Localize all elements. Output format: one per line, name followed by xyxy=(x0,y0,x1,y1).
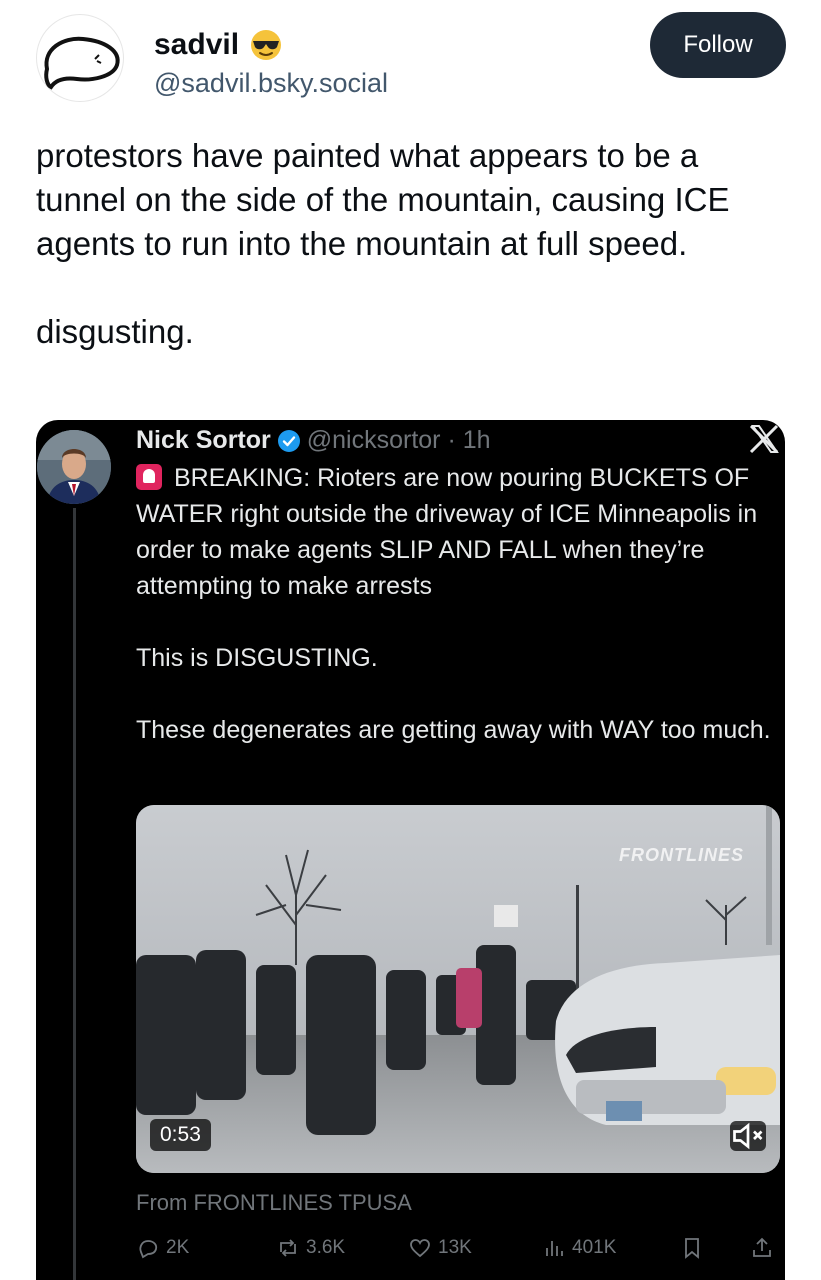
heart-icon xyxy=(410,1239,430,1258)
bookmark-action[interactable] xyxy=(680,1236,704,1260)
video-player[interactable]: FRONTLINES 0:53 xyxy=(136,805,780,1173)
tweet-paragraph: BREAKING: Rioters are now pouring BUCKET… xyxy=(136,460,776,604)
tweet-body: BREAKING: Rioters are now pouring BUCKET… xyxy=(136,460,776,784)
share-action[interactable] xyxy=(750,1236,774,1260)
post-text: protestors have painted what appears to … xyxy=(36,137,730,350)
speaker-muted-icon xyxy=(733,1122,763,1150)
tweet-header: Nick Sortor @nicksortor · 1h xyxy=(136,426,491,455)
repost-icon xyxy=(280,1239,296,1257)
tweet-actions: 2K 3.6K 13K 401K xyxy=(136,1236,780,1268)
bookmark-icon xyxy=(685,1238,699,1259)
follow-button[interactable]: Follow xyxy=(650,12,786,78)
reply-count: 2K xyxy=(166,1237,190,1258)
video-source-label: From FRONTLINES TPUSA xyxy=(136,1190,412,1215)
handle[interactable]: @sadvil.bsky.social xyxy=(154,68,388,99)
reply-action[interactable]: 2K xyxy=(136,1236,189,1260)
tweet-paragraph-text: BREAKING: Rioters are now pouring BUCKET… xyxy=(136,464,758,600)
repost-count: 3.6K xyxy=(306,1237,346,1258)
verified-badge-icon xyxy=(277,429,301,453)
post-header: sadvil @sadvil.bsky.social Follow xyxy=(36,12,786,102)
like-count: 13K xyxy=(438,1237,472,1258)
repost-action[interactable]: 3.6K xyxy=(276,1236,345,1260)
x-logo-icon xyxy=(749,424,779,454)
siren-icon xyxy=(136,464,162,490)
thread-line xyxy=(73,508,76,1280)
video-watermark: FRONTLINES xyxy=(619,845,744,865)
share-icon xyxy=(753,1237,771,1257)
views-count: 401K xyxy=(572,1237,617,1258)
tweet-avatar xyxy=(37,430,111,504)
mute-button[interactable] xyxy=(730,1121,766,1151)
views-action[interactable]: 401K xyxy=(542,1236,616,1260)
tweet-paragraph: These degenerates are getting away with … xyxy=(136,716,771,744)
sunglasses-emoji-icon xyxy=(249,28,283,62)
avatar[interactable] xyxy=(36,14,124,102)
embedded-tweet-screenshot[interactable]: Nick Sortor @nicksortor · 1h BREAKING: R… xyxy=(36,420,785,1280)
views-chart-icon xyxy=(546,1241,563,1256)
tweet-author-name: Nick Sortor xyxy=(136,426,271,454)
tweet-handle-time: @nicksortor · 1h xyxy=(306,426,491,454)
video-duration-badge: 0:53 xyxy=(150,1119,211,1151)
avatar-drawing-icon xyxy=(44,36,120,90)
display-name-row: sadvil xyxy=(154,28,283,62)
reply-icon xyxy=(139,1240,158,1259)
tweet-paragraph: This is DISGUSTING. xyxy=(136,644,378,672)
display-name[interactable]: sadvil xyxy=(154,28,239,62)
like-action[interactable]: 13K xyxy=(408,1236,472,1260)
